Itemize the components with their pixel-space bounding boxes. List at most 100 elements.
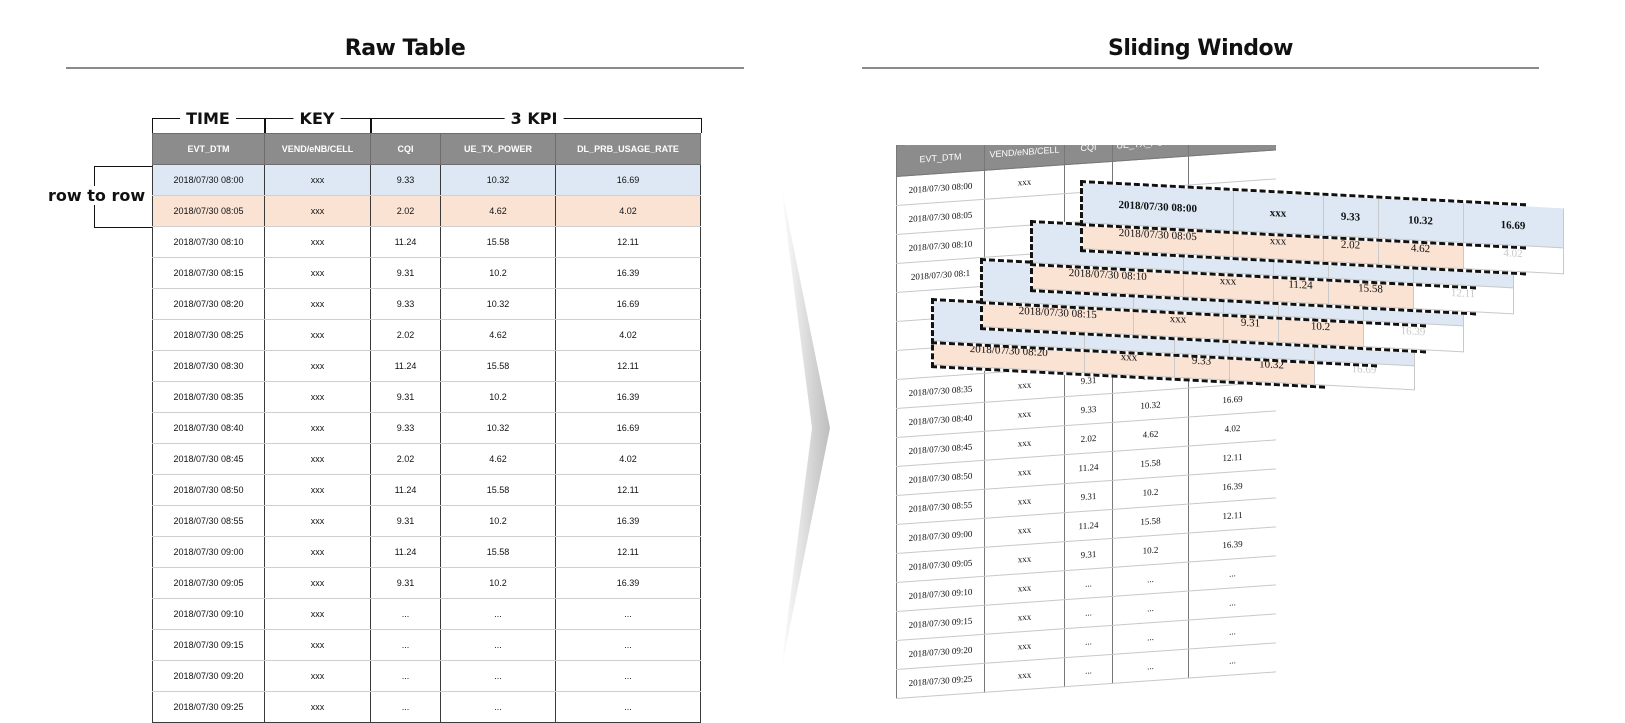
window-cell: 16.69 (1463, 203, 1563, 248)
table-cell: ... (1064, 625, 1113, 658)
table-cell: 2.02 (1064, 422, 1113, 455)
table-cell: ... (1064, 654, 1113, 687)
table-cell: 11.24 (370, 536, 441, 568)
table-row: 2018/07/30 08:20 xxx 9.33 10.32 16.69 (152, 288, 701, 320)
table-cell: 16.39 (555, 257, 701, 289)
table-cell: 2.02 (370, 319, 441, 351)
table-cell: 9.31 (370, 567, 441, 599)
table-cell: 9.31 (370, 257, 441, 289)
table-row: 2018/07/30 08:40 xxx 9.33 10.32 16.69 (152, 412, 701, 444)
table-cell: 9.33 (370, 164, 441, 196)
raw-table: EVT_DTM VEND/eNB/CELL CQI UE_TX_POWER DL_PRB… (152, 133, 701, 723)
table-cell: 2018/07/30 09:25 (152, 691, 265, 723)
window-cell: 2018/07/30 08:00 (1083, 183, 1233, 231)
table-cell: xxx (264, 257, 371, 289)
table-cell: 16.69 (555, 164, 701, 196)
table-cell: 12.11 (555, 226, 701, 258)
column-header: EVT_DTM (152, 133, 265, 165)
window-cell: 9.33 (1323, 195, 1378, 239)
table-cell: xxx (264, 567, 371, 599)
table-cell: 2018/07/30 09:10 (152, 598, 265, 630)
table-cell: 9.31 (1064, 538, 1113, 571)
table-cell: 9.31 (1064, 480, 1113, 513)
table-cell: 11.24 (370, 350, 441, 382)
table-cell: 4.02 (555, 195, 701, 227)
table-row: 2018/07/30 08:00 xxx 9.33 10.32 16.69 (152, 164, 701, 196)
table-cell: 10.32 (440, 412, 556, 444)
sliding-window-title: Sliding Window (1108, 36, 1293, 61)
table-cell: 15.58 (440, 350, 556, 382)
table-cell: 2018/07/30 08:45 (152, 443, 265, 475)
table-cell: ... (370, 691, 441, 723)
table-cell: xxx (264, 412, 371, 444)
table-cell: 15.58 (440, 226, 556, 258)
table-row: 2018/07/30 08:10 xxx 11.24 15.58 12.11 (152, 226, 701, 258)
table-cell: 2018/07/30 09:15 (152, 629, 265, 661)
table-cell: 2018/07/30 08:35 (152, 381, 265, 413)
table-cell: xxx (264, 691, 371, 723)
table-cell: 2018/07/30 09:05 (152, 567, 265, 599)
table-cell: 4.62 (440, 195, 556, 227)
table-cell: xxx (264, 381, 371, 413)
table-cell: 2018/07/30 08:15 (152, 257, 265, 289)
table-cell: 2.02 (370, 443, 441, 475)
table-cell: ... (440, 629, 556, 661)
table-cell: ... (555, 691, 701, 723)
table-cell: 2018/07/30 09:25 (896, 663, 985, 699)
table-cell: ... (555, 629, 701, 661)
table-cell: 2018/07/30 08:05 (152, 195, 265, 227)
table-row: 2018/07/30 08:50 xxx 11.24 15.58 12.11 (152, 474, 701, 506)
table-row: 2018/07/30 08:05 xxx 2.02 4.62 4.02 (152, 195, 701, 227)
column-header: UE_TX_POWER (440, 133, 556, 165)
table-cell: 16.39 (555, 381, 701, 413)
table-cell: 2018/07/30 08:30 (152, 350, 265, 382)
table-row: 2018/07/30 09:15 xxx......... (152, 629, 701, 661)
table-cell: 11.24 (1064, 509, 1113, 542)
table-cell: xxx (264, 350, 371, 382)
table-cell: 2018/07/30 08:10 (152, 226, 265, 258)
table-cell: 2018/07/30 08:25 (152, 319, 265, 351)
transform-arrow-shape (780, 180, 830, 676)
table-cell: 16.39 (555, 505, 701, 537)
table-row: 2018/07/30 08:25 xxx 2.02 4.62 4.02 (152, 319, 701, 351)
table-cell: 9.33 (1064, 393, 1113, 426)
table-row: 2018/07/30 09:05 xxx 9.31 10.2 16.39 (152, 567, 701, 599)
table-cell: ... (440, 691, 556, 723)
table-cell: 10.32 (440, 164, 556, 196)
table-cell: ... (1112, 649, 1189, 684)
table-cell: 12.11 (555, 474, 701, 506)
table-cell: 9.33 (370, 288, 441, 320)
table-cell: ... (1188, 642, 1276, 679)
table-cell: ... (1064, 567, 1113, 600)
table-cell: 9.33 (370, 412, 441, 444)
table-cell: xxx (264, 195, 371, 227)
sliding-window-title-rule (862, 67, 1539, 69)
table-cell: 2018/07/30 08:50 (152, 474, 265, 506)
table-cell: 10.2 (440, 567, 556, 599)
table-row: 2018/07/30 08:30 xxx 11.24 15.58 12.11 (152, 350, 701, 382)
table-cell: ... (370, 629, 441, 661)
column-header: DL_PRB_USAGE_RATE (555, 133, 701, 165)
time-group-label: TIME (180, 109, 236, 128)
table-cell: xxx (264, 226, 371, 258)
window-cell: 10.32 (1378, 198, 1463, 243)
table-cell: ... (370, 660, 441, 692)
table-cell: 9.31 (370, 381, 441, 413)
table-cell: 4.62 (440, 443, 556, 475)
table-cell: 10.2 (440, 505, 556, 537)
table-row: 2018/07/30 09:20 xxx......... (152, 660, 701, 692)
table-cell: 2018/07/30 08:55 (152, 505, 265, 537)
table-cell: 10.2 (440, 257, 556, 289)
table-cell: 11.24 (370, 226, 441, 258)
table-cell: 12.11 (555, 350, 701, 382)
window-cell: xxx (1233, 191, 1323, 236)
column-header: CQI (370, 133, 441, 165)
table-cell: ... (555, 660, 701, 692)
table-cell: xxx (264, 443, 371, 475)
table-cell: 15.58 (440, 474, 556, 506)
table-row: 2018/07/30 08:15 xxx 9.31 10.2 16.39 (152, 257, 701, 289)
table-cell: 2018/07/30 08:40 (152, 412, 265, 444)
table-cell: 2018/07/30 09:20 (152, 660, 265, 692)
table-cell: 11.24 (1064, 451, 1113, 484)
table-cell: xxx (264, 474, 371, 506)
